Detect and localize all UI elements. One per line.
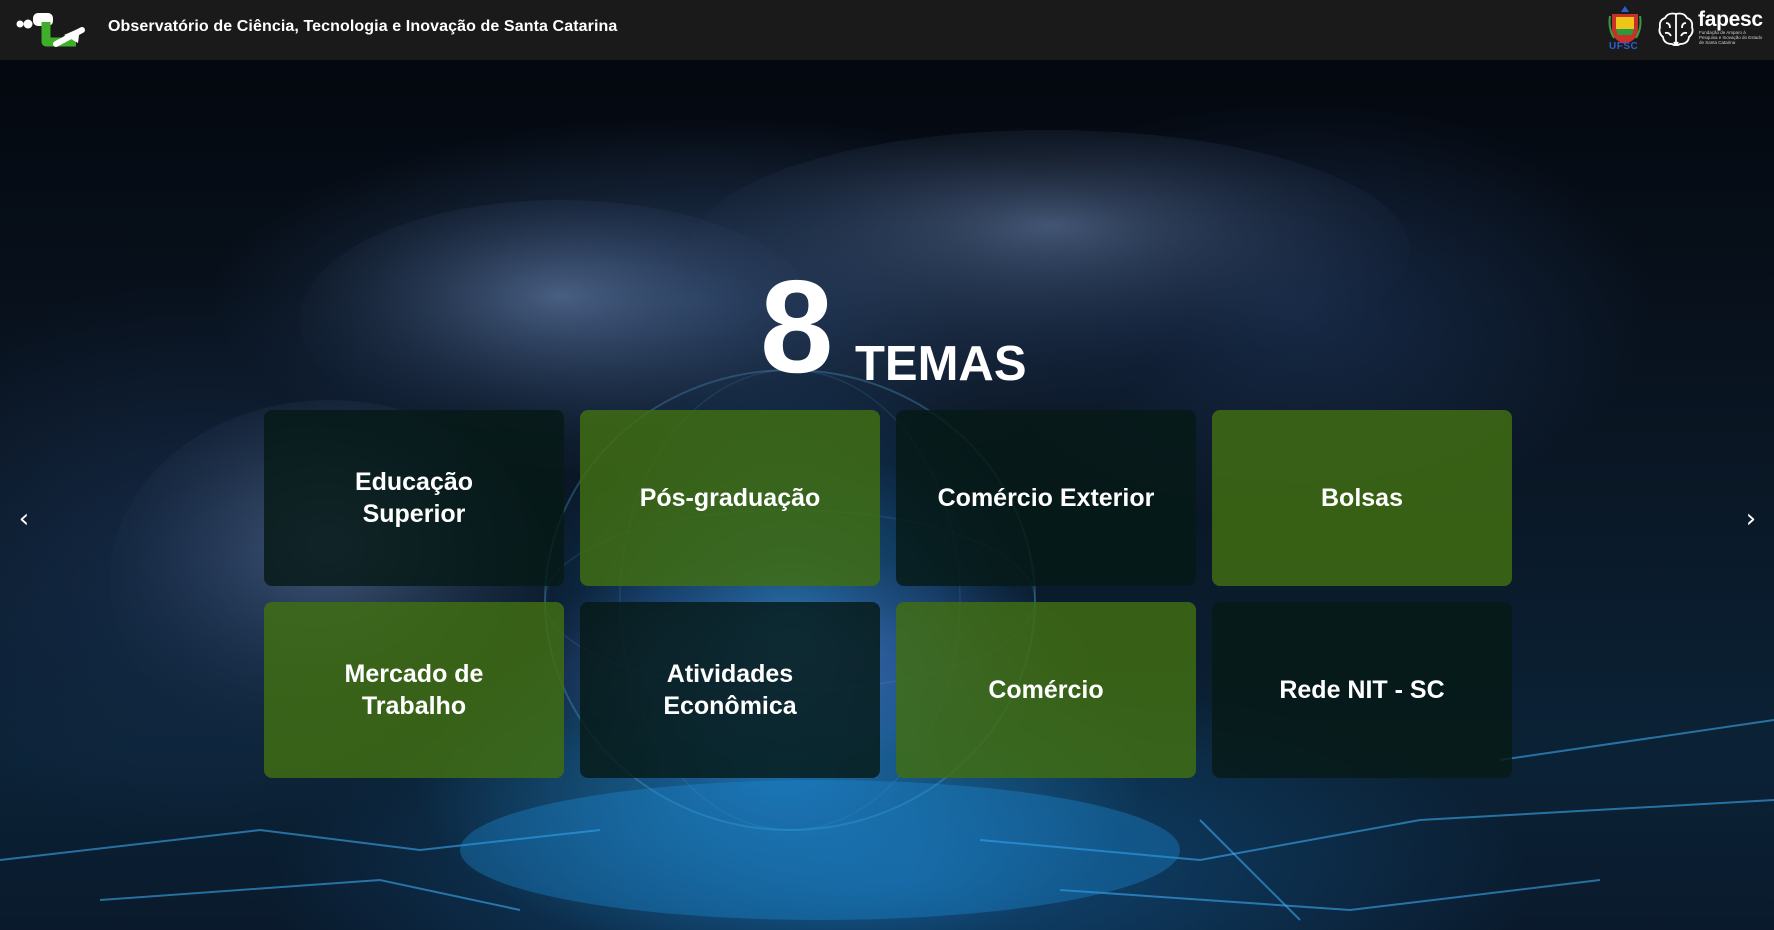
theme-card-label: Rede NIT - SC [1279,676,1445,704]
observatorio-logo-icon[interactable] [16,8,92,50]
theme-card-pos-graduacao[interactable]: Pós-graduação [580,410,880,586]
chevron-left-icon: ‹ [18,504,30,534]
theme-card-label: Bolsas [1321,484,1403,512]
site-title[interactable]: Observatório de Ciência, Tecnologia e In… [108,18,617,36]
theme-card-label: Comércio Exterior [937,484,1155,512]
top-bar: Observatório de Ciência, Tecnologia e In… [0,0,1774,60]
fapesc-subtitle: Fundação de Amparo à Pesquisa e Inovação… [1699,30,1763,45]
theme-card-bolsas[interactable]: Bolsas [1212,410,1512,586]
theme-card-label: Pós-graduação [639,484,821,512]
theme-card-label: Comércio [988,676,1104,704]
ufsc-label: UFSC [1609,41,1639,52]
hero-section: 8 TEMAS Educação Superior Pós-graduação … [0,60,1774,930]
carousel-prev-button[interactable]: ‹ [11,504,37,534]
themes-count: 8 [760,253,834,400]
theme-card-comercio[interactable]: Comércio [896,602,1196,778]
theme-card-label: Mercado de Trabalho [344,660,484,720]
fapesc-label: fapesc [1698,8,1763,31]
theme-card-rede-nit-sc[interactable]: Rede NIT - SC [1212,602,1512,778]
theme-card-educacao-superior[interactable]: Educação Superior [264,410,564,586]
theme-card-mercado-de-trabalho[interactable]: Mercado de Trabalho [264,602,564,778]
themes-label: TEMAS [855,337,1027,391]
theme-card-label: Educação Superior [354,468,474,528]
chevron-right-icon: › [1745,504,1757,534]
carousel-next-button[interactable]: › [1738,504,1764,534]
theme-card-atividades-economica[interactable]: Atividades Econômica [580,602,880,778]
theme-card-comercio-exterior[interactable]: Comércio Exterior [896,410,1196,586]
theme-card-label: Atividades Econômica [663,660,797,720]
themes-grid: Educação Superior Pós-graduação Comércio… [264,410,1514,778]
